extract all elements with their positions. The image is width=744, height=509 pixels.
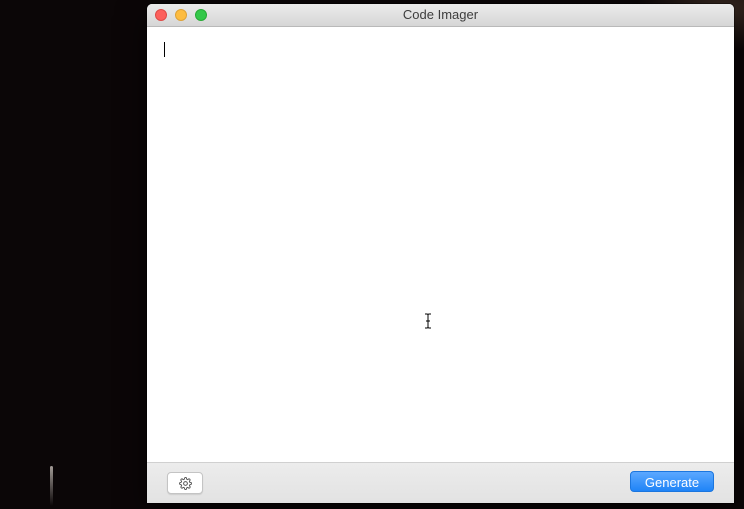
app-window: Code Imager Generate [147, 4, 734, 503]
settings-button[interactable] [167, 472, 203, 494]
bottom-toolbar: Generate [147, 462, 734, 503]
window-title: Code Imager [402, 7, 479, 22]
desktop-decoration [50, 466, 53, 506]
ibeam-cursor-icon [425, 313, 431, 329]
text-caret [164, 42, 165, 57]
gear-icon [178, 476, 192, 490]
title-bar[interactable]: Code Imager [147, 4, 734, 27]
generate-button[interactable]: Generate [630, 471, 714, 492]
code-editor[interactable] [147, 27, 734, 462]
